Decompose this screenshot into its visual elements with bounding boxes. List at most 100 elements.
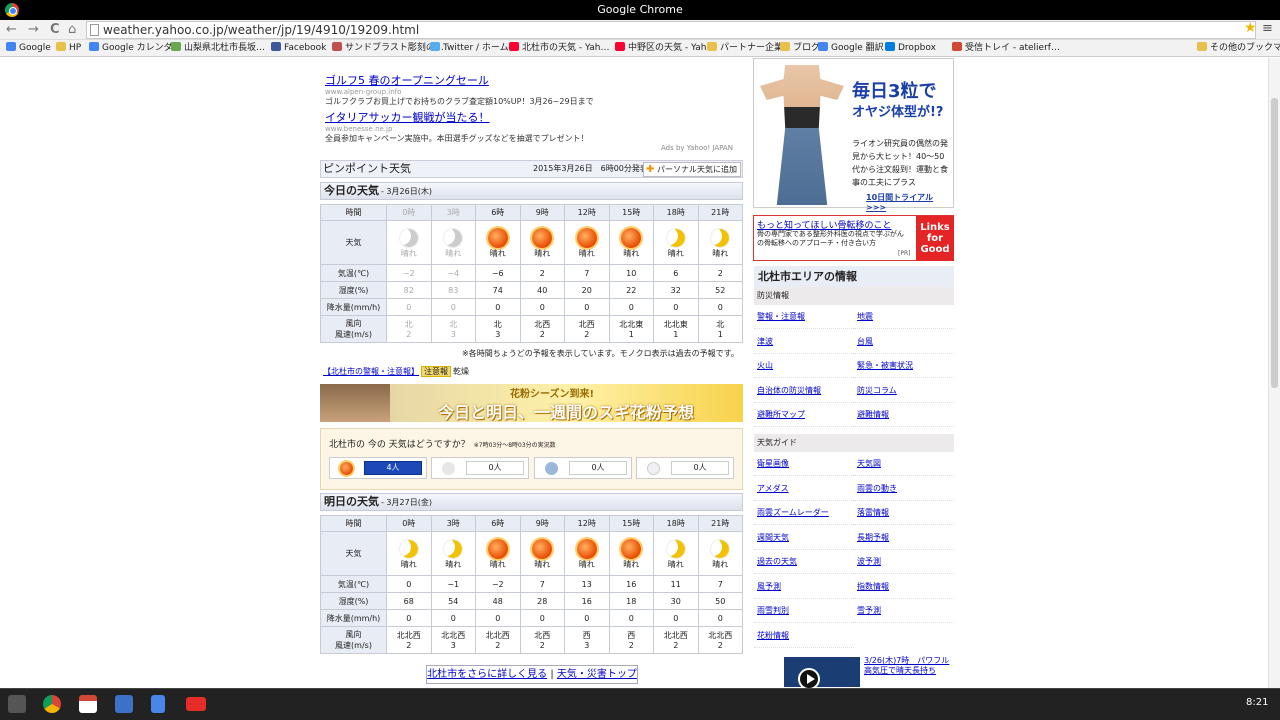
bookmark-item[interactable]: パートナー企業 [707,42,783,55]
bookmark-item[interactable]: 北杜市の天気 - Yah… [509,42,609,55]
area-link[interactable]: 指数情報 [857,582,889,591]
home-icon[interactable]: ⌂ [68,22,76,38]
area-link[interactable]: 防災コラム [857,386,897,395]
google-search-icon[interactable] [115,695,133,713]
area-link[interactable]: アメダス [757,484,789,493]
area-link[interactable]: 自治体の防災情報 [757,386,821,395]
chrome-taskbar-icon[interactable] [43,695,61,713]
bookmark-item[interactable]: Google 翻訳 [818,42,884,55]
forecast-cell: 0時 [386,204,432,221]
area-link[interactable]: 津波 [757,337,773,346]
sun-icon [532,228,553,248]
vote-snow-button[interactable]: 0人 [636,457,734,479]
weather-video[interactable]: 3/26(木)7時 パワフル高気圧で晴天長持ち [758,656,952,688]
right-ad2-desc: 骨の専門家である整形外科医の視点で学ぶがんの骨転移へのアプローチ・付き合い方 [757,230,904,247]
forecast-cell: 82 [386,281,432,299]
wind-row: 風向 風速(m/s) 北北西 2 北北西 3 北北西 2 北西 2 西 3 西 2 北北西 2 北北西 2 [320,626,743,654]
docs-icon[interactable] [151,695,165,713]
vote-rain-button[interactable]: 0人 [534,457,632,479]
moon-icon [398,539,419,559]
vote-count: 4人 [364,461,422,475]
area-link[interactable]: 花粉情報 [757,631,789,640]
cell-value: 晴れ [578,249,595,258]
app-launcher-icon[interactable] [8,695,26,713]
area-link[interactable]: 波予測 [857,557,881,566]
video-title[interactable]: 3/26(木)7時 パワフル高気圧で晴天長持ち [864,656,952,676]
cell-value: 3 [584,641,590,650]
bookmark-item[interactable]: Facebook [271,42,326,55]
bookmark-item[interactable]: 中野区の天気 - Yah… [615,42,715,55]
cell-value: 11 [670,579,681,589]
area-link[interactable]: 天気図 [857,459,881,468]
play-icon[interactable] [798,668,820,688]
row-label: 時間 [320,515,387,532]
bookmark-item[interactable]: Google カレンダー [89,42,182,55]
forecast-cell: 晴れ [430,220,476,265]
bookmark-item[interactable]: HP [56,42,81,55]
area-link[interactable]: 緊急・被害状況 [857,361,913,370]
right-ad2[interactable]: もっと知ってほしい骨転移のこと 骨の専門家である整形外科医の視点で学ぶがんの骨転… [753,215,954,261]
right-ad-subheadline: オヤジ体型が!? [852,105,944,120]
menu-icon[interactable]: ≡ [1262,21,1273,36]
more-details-link[interactable]: 北杜市をさらに詳しく見る [427,669,547,680]
ad-url: www.benesse.ne.jp [325,125,393,133]
bookmark-item[interactable]: Dropbox [885,42,936,55]
area-link[interactable]: 落雷情報 [857,508,889,517]
cell-value: 晴れ [712,249,729,258]
back-button[interactable]: ← [6,22,17,38]
right-ad-cta-link[interactable]: 10日間トライアル >>> [866,192,953,212]
area-link[interactable]: 雨雲ズームレーダー [757,508,829,517]
area-link[interactable]: 警報・注意報 [757,312,805,321]
vote-cloudy-button[interactable]: 0人 [431,457,529,479]
bookmark-item[interactable]: 受信トレイ - atelierf… [952,42,1060,55]
area-link[interactable]: 火山 [757,361,773,370]
bookmark-item[interactable]: Twitter / ホーム [430,42,509,55]
bookmark-item[interactable]: サンドブラスト彫刻の… [332,42,444,55]
video-thumbnail [784,657,860,687]
reload-button[interactable]: C [50,22,60,38]
bookmark-item[interactable]: ブログ [780,42,820,55]
right-ad-banner[interactable]: 毎日3粒で オヤジ体型が!? ライオン研究員の偶然の発見から大ヒット！40～50… [753,58,954,212]
area-link[interactable]: 避難情報 [857,410,889,419]
vote-sunny-button[interactable]: 4人 [329,457,427,479]
weather-top-link[interactable]: 天気・災害トップ [557,669,637,680]
bookmark-star-icon[interactable]: ★ [1244,20,1257,36]
area-link[interactable]: 雪予測 [857,606,881,615]
cell-value: 北西 [534,631,551,640]
row-label-text: 風速(m/s) [335,641,372,650]
area-link[interactable]: 長期予報 [857,533,889,542]
bookmark-item[interactable]: 山梨県北杜市長坂… [171,42,265,55]
bookmark-item[interactable]: その他のブックマーク [1197,42,1280,55]
youtube-icon[interactable] [186,697,206,711]
area-link[interactable]: 地震 [857,312,873,321]
area-link[interactable]: 週間天気 [757,533,789,542]
tomorrow-date: - 3月27日(金) [381,498,432,507]
address-bar[interactable]: weather.yahoo.co.jp/weather/jp/19/4910/1… [86,21,1256,39]
scrollbar-thumb[interactable] [1271,98,1278,388]
area-link[interactable]: 避難所マップ [757,410,805,419]
area-link[interactable]: 雨雲の動き [857,484,897,493]
cell-value: 2 [406,330,412,339]
bookmark-item[interactable]: Google [6,42,51,55]
cell-value: 3 [450,641,456,650]
add-personal-weather-button[interactable]: パーソナル天気に追加 [643,162,741,177]
tomorrow-title: 明日の天気 [324,495,379,508]
forward-button[interactable]: → [28,22,39,38]
cell-value: 1 [717,330,723,339]
area-link[interactable]: 雨雪判別 [757,606,789,615]
precip-row: 降水量(mm/h) 0 0 0 0 0 0 0 0 [320,298,743,316]
area-link[interactable]: 衛星画像 [757,459,789,468]
moon-cloud-icon [398,228,419,248]
ad-title-link[interactable]: イタリアサッカー観戦が当たる！ [325,111,490,124]
gmail-icon[interactable] [79,695,97,713]
ads-by-label: Ads by Yahoo! JAPAN [661,144,733,152]
warning-link[interactable]: 【北杜市の警報・注意報】 [323,367,419,376]
area-link[interactable]: 風予測 [757,582,781,591]
bookmark-label: Facebook [284,43,327,53]
area-link[interactable]: 台風 [857,337,873,346]
page-scrollbar[interactable] [1268,58,1280,688]
row-label-text: 風向 [345,630,362,639]
pollen-banner[interactable]: 花粉シーズン到来! 今日と明日、一週間のスギ花粉予想 [320,384,743,422]
area-link[interactable]: 過去の天気 [757,557,797,566]
ad-title-link[interactable]: ゴルフ5 春のオープニングセール [325,74,489,87]
